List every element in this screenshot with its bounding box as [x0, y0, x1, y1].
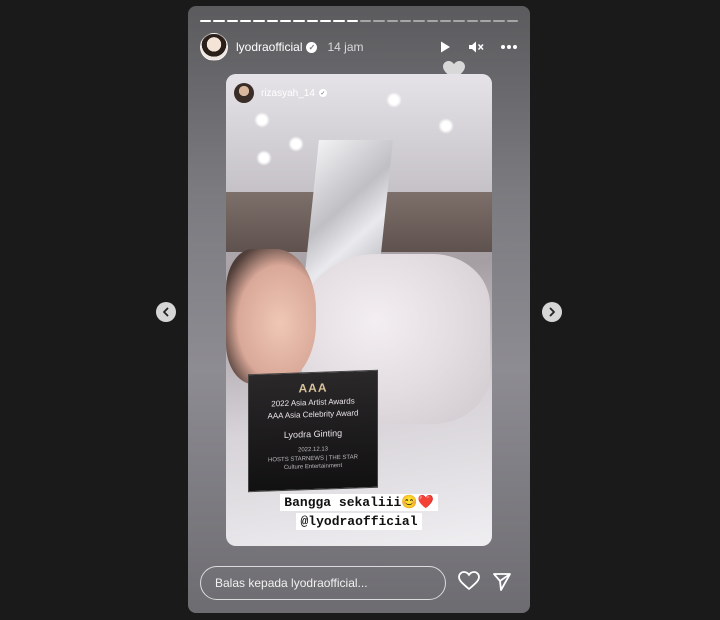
progress-segment [399, 20, 412, 22]
progress-segment [319, 20, 332, 22]
verified-icon: ✓ [318, 89, 327, 97]
progress-segment [493, 20, 505, 22]
story-viewer[interactable]: lyodraofficial ✓ 14 jam AAA 2022 Asia Ar… [188, 6, 530, 613]
previous-story-button[interactable] [156, 302, 176, 322]
progress-segment [346, 20, 358, 22]
plaque-logo: AAA [298, 380, 328, 396]
progress-segment [239, 20, 252, 22]
person-face [226, 249, 316, 384]
story-header: lyodraofficial ✓ 14 jam [200, 32, 518, 62]
progress-segment [439, 20, 452, 22]
progress-segment [200, 20, 212, 22]
plaque-line2: AAA Asia Celebrity Award [267, 408, 359, 421]
heart-icon[interactable] [458, 571, 480, 591]
chevron-left-icon [163, 307, 169, 317]
chevron-right-icon [549, 307, 555, 317]
progress-segment [479, 20, 492, 22]
reply-input[interactable]: Balas kepada lyodraofficial... [200, 566, 446, 600]
progress-segment [466, 20, 478, 22]
avatar[interactable] [200, 33, 228, 61]
progress-segment [279, 20, 292, 22]
story-timestamp: 14 jam [327, 40, 364, 54]
plaque-line1: 2022 Asia Artist Awards [271, 396, 355, 409]
mute-icon[interactable] [468, 40, 484, 54]
verified-icon: ✓ [306, 41, 318, 53]
progress-segment [413, 20, 425, 22]
progress-segment [453, 20, 465, 22]
plaque-recipient: Lyodra Ginting [283, 427, 343, 441]
repost-username[interactable]: rizasyah_14 [261, 88, 315, 99]
progress-segment [293, 20, 305, 22]
story-progress-bar [200, 20, 518, 22]
play-icon[interactable] [438, 40, 452, 54]
reply-placeholder: Balas kepada lyodraofficial... [215, 576, 368, 590]
next-story-button[interactable] [542, 302, 562, 322]
caption-text: Bangga sekaliii😊❤️ [280, 494, 438, 511]
more-icon[interactable] [500, 44, 518, 50]
progress-segment [386, 20, 398, 22]
progress-segment [426, 20, 438, 22]
progress-segment [506, 20, 518, 22]
progress-segment [333, 20, 345, 22]
progress-segment [266, 20, 278, 22]
repost-avatar[interactable] [234, 83, 254, 103]
award-plaque: AAA 2022 Asia Artist Awards AAA Asia Cel… [248, 369, 378, 493]
story-username[interactable]: lyodraofficial [236, 40, 302, 54]
progress-segment [253, 20, 265, 22]
caption-mention[interactable]: @lyodraofficial [296, 513, 422, 530]
progress-segment [213, 20, 225, 22]
progress-segment [306, 20, 318, 22]
repost-attribution[interactable]: rizasyah_14 ✓ [234, 83, 327, 103]
send-icon[interactable] [492, 572, 512, 592]
progress-segment [226, 20, 238, 22]
progress-segment [359, 20, 372, 22]
story-photo: AAA 2022 Asia Artist Awards AAA Asia Cel… [226, 74, 492, 546]
progress-segment [373, 20, 385, 22]
story-caption: Bangga sekaliii😊❤️ @lyodraofficial [226, 494, 492, 532]
